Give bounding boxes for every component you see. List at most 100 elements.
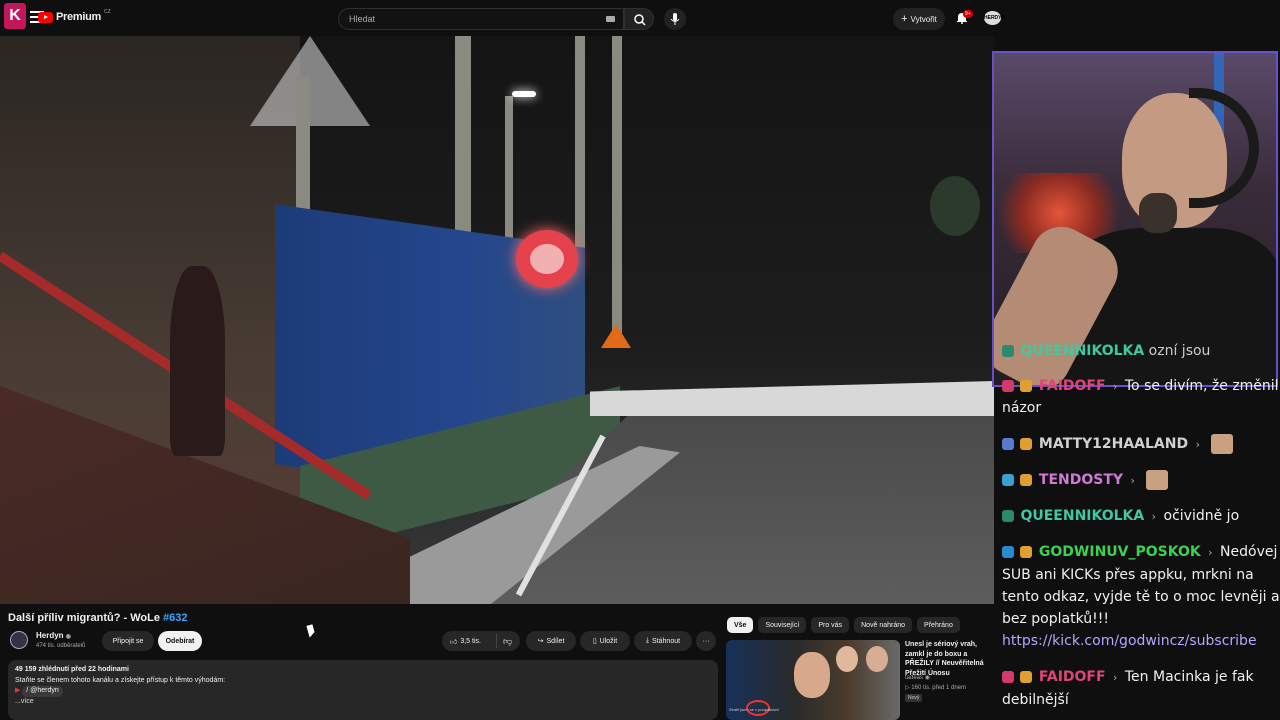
- download-label: Stáhnout: [652, 637, 681, 645]
- voice-search-button[interactable]: [664, 8, 686, 30]
- create-label: Vytvořit: [910, 14, 937, 24]
- recommendation-title[interactable]: Unesl je sériový vrah, zamkl je do boxu …: [905, 640, 995, 678]
- video-scene-sign: [250, 36, 370, 126]
- chat-badge-icon: [1002, 380, 1014, 392]
- video-scene-lamp: [512, 91, 536, 97]
- region-code: CZ: [103, 9, 111, 15]
- chip-for-you[interactable]: Pro vás: [811, 617, 850, 633]
- chat-username: FAIDOFF: [1038, 669, 1106, 685]
- new-badge: Nový: [905, 694, 923, 702]
- play-icon: ▷: [905, 684, 910, 691]
- share-icon: ↪: [537, 638, 544, 645]
- video-scene-speed-sign: [516, 230, 578, 288]
- chip-all[interactable]: Vše: [727, 617, 754, 633]
- join-button[interactable]: Připojit se: [102, 631, 154, 651]
- thumbs-down-icon: 👎︎: [503, 636, 513, 646]
- chat-message: https://kick.com/godwincz/subscribe: [994, 630, 1280, 652]
- logo-text: Premium: [56, 11, 101, 23]
- webcam-streamer-beard: [1139, 193, 1177, 233]
- recommendation-thumbnail[interactable]: Ztratil jsem se v poupátkách: [726, 640, 900, 720]
- chat-emote: [1146, 470, 1169, 490]
- save-label: Uložit: [599, 637, 618, 645]
- thumbnail-face: [866, 646, 888, 672]
- thumbnail-caption: Ztratil jsem se v poupátkách: [729, 707, 779, 712]
- chat-overlay: QUEENNIKOLKA ozní jsou FAIDOFF › To se d…: [994, 336, 1280, 720]
- chat-badge-icon: [1020, 380, 1033, 392]
- thumbnail-face: [794, 652, 830, 698]
- chat-separator: ›: [1195, 438, 1200, 451]
- chat-message: MATTY12HAALAND ›: [994, 433, 1280, 456]
- youtube-play-icon: [38, 11, 53, 23]
- chat-separator: ›: [1130, 474, 1135, 487]
- video-player[interactable]: [0, 36, 994, 604]
- download-button[interactable]: ⤓ Stáhnout: [634, 631, 692, 651]
- chip-watched[interactable]: Přehráno: [917, 617, 960, 633]
- youtube-logo[interactable]: Premium CZ: [38, 9, 111, 23]
- recommendation-channel[interactable]: tadeas: [905, 675, 923, 681]
- plus-icon: +: [901, 13, 908, 25]
- show-more-link[interactable]: ...více: [15, 697, 711, 708]
- subscribe-button[interactable]: Odebírat: [158, 631, 202, 651]
- filter-chips: Vše Související Pro vás Nově nahráno Pře…: [727, 617, 960, 633]
- chat-message: FAIDOFF › To se divím, že změnil: [994, 375, 1280, 398]
- search-icon: [634, 14, 646, 26]
- chat-badge-icon: [1020, 546, 1033, 558]
- video-title: Další příliv migrantů? - WoLe #632: [8, 612, 188, 624]
- account-avatar[interactable]: HERDYN: [984, 11, 1005, 25]
- chip-related[interactable]: Související: [758, 617, 807, 633]
- chat-username: MATTY12HAALAND: [1038, 436, 1189, 452]
- share-button[interactable]: ↪ Sdílet: [526, 631, 576, 651]
- chat-username: GODWINUV_POSKOK: [1038, 544, 1201, 560]
- chat-username: QUEENNIKOLKA: [1020, 508, 1145, 524]
- chip-recent[interactable]: Nově nahráno: [854, 617, 913, 633]
- chat-message: GODWINUV_POSKOK › Nedóvej SUB ani KICKs …: [994, 541, 1280, 630]
- chat-message: FAIDOFF › Ten Macinka je fak debilnější: [994, 666, 1280, 711]
- chat-username: TENDOSTY: [1038, 472, 1124, 488]
- chat-separator: ›: [1151, 510, 1157, 523]
- description-box[interactable]: 49 159 zhlédnutí před 22 hodinami Staňte…: [8, 660, 718, 720]
- chat-message: TENDOSTY ›: [994, 469, 1280, 492]
- channel-link-chip[interactable]: / @herdyn: [22, 686, 63, 697]
- channel-avatar[interactable]: [10, 631, 28, 649]
- bookmark-icon: ▯: [592, 638, 597, 645]
- stream-logo: K: [4, 3, 26, 29]
- chat-badge-icon: [1002, 474, 1014, 486]
- search-button[interactable]: [624, 8, 654, 30]
- thumbnail-face: [836, 646, 858, 672]
- chat-badge-icon: [1002, 546, 1014, 558]
- description-line: Staňte se členem tohoto kanálu a získejt…: [15, 676, 226, 684]
- more-actions-button[interactable]: ···: [696, 631, 716, 651]
- chat-message: QUEENNIKOLKA › očividně jo: [994, 505, 1280, 528]
- search-input[interactable]: Hledat: [338, 8, 624, 30]
- like-divider: [496, 634, 497, 648]
- chat-link[interactable]: https://kick.com/godwincz/subscribe: [1002, 633, 1257, 649]
- channel-name[interactable]: Herdyn ◉: [36, 631, 71, 640]
- chat-badge-icon: [1002, 671, 1014, 683]
- youtube-topbar: Premium CZ Hledat + Vytvořit 9+ HERDYN: [0, 0, 1012, 36]
- video-title-text: Další příliv migrantů? - WoLe: [8, 612, 164, 624]
- video-scene-pole: [612, 36, 622, 336]
- share-label: Sdílet: [546, 637, 565, 645]
- chat-text: očividně jo: [1163, 508, 1240, 524]
- video-tag[interactable]: #632: [163, 612, 187, 624]
- chat-message: názor: [994, 397, 1280, 419]
- youtube-small-icon: ▶: [15, 687, 21, 694]
- like-count: 3,5 tis.: [460, 637, 481, 645]
- chat-text: To se divím, že změnil: [1124, 378, 1279, 394]
- download-icon: ⤓: [645, 637, 650, 644]
- dislike-button[interactable]: 👎︎: [503, 636, 512, 647]
- chat-username: FAIDOFF: [1038, 378, 1106, 394]
- keyboard-icon[interactable]: [606, 16, 615, 22]
- chat-text: ozní jsou: [1148, 343, 1211, 359]
- video-scene-person: [170, 266, 225, 456]
- thumbs-up-icon: 👍︎: [450, 638, 458, 646]
- chat-badge-icon: [1020, 474, 1033, 486]
- chat-separator: ›: [1113, 671, 1118, 684]
- chat-message: QUEENNIKOLKA ozní jsou: [994, 340, 1280, 362]
- recommendation-meta: tadeas ◉ ▷ 160 tis. před 1 dnem: [905, 674, 966, 693]
- video-scene-warning-sign: [601, 324, 631, 348]
- create-button[interactable]: + Vytvořit: [893, 8, 945, 30]
- save-button[interactable]: ▯ Uložit: [580, 631, 630, 651]
- mouse-cursor-icon: [306, 624, 316, 638]
- subscriber-count: 474 tis. odběratelů: [36, 643, 86, 649]
